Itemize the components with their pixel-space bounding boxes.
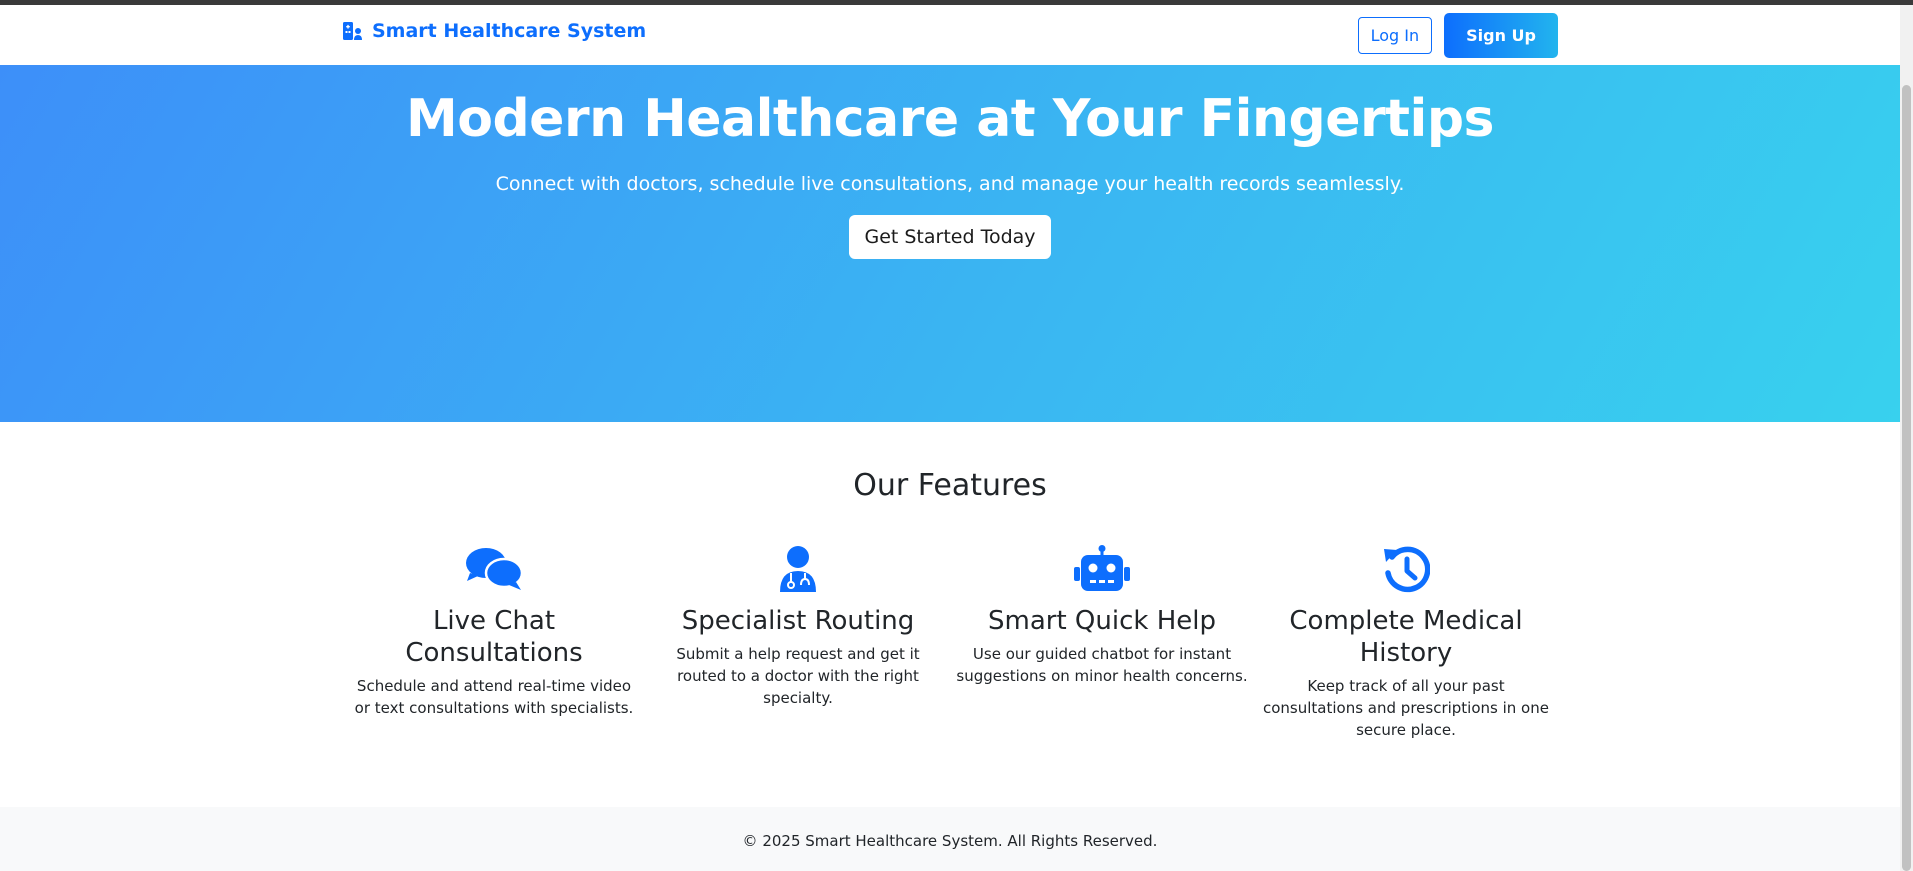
hero-section: Modern Healthcare at Your Fingertips Con… bbox=[0, 65, 1900, 422]
brand-link[interactable]: Smart Healthcare System bbox=[342, 20, 646, 42]
footer: © 2025 Smart Healthcare System. All Righ… bbox=[0, 807, 1900, 871]
features-row: Live Chat Consultations Schedule and att… bbox=[342, 543, 1558, 741]
hero-title: Modern Healthcare at Your Fingertips bbox=[405, 89, 1495, 149]
history-icon bbox=[1382, 543, 1430, 593]
features-heading: Our Features bbox=[853, 468, 1047, 503]
doctor-icon bbox=[777, 543, 819, 593]
brand-name: Smart Healthcare System bbox=[372, 20, 647, 42]
page-viewport: Smart Healthcare System Log In Sign Up M… bbox=[0, 5, 1900, 871]
nav-actions: Log In Sign Up bbox=[1357, 13, 1558, 58]
feature-description: Use our guided chatbot for instant sugge… bbox=[956, 645, 1248, 685]
footer-copyright: © 2025 Smart Healthcare System. All Righ… bbox=[742, 832, 1158, 850]
scrollbar-thumb[interactable] bbox=[1902, 85, 1911, 871]
feature-card-live-chat: Live Chat Consultations Schedule and att… bbox=[342, 543, 646, 741]
feature-title: Smart Quick Help bbox=[988, 606, 1216, 636]
feature-card-smart-quick-help: Smart Quick Help Use our guided chatbot … bbox=[950, 543, 1254, 741]
signup-button[interactable]: Sign Up bbox=[1444, 13, 1558, 58]
hero-subtitle: Connect with doctors, schedule live cons… bbox=[495, 173, 1405, 195]
feature-title: Live Chat Consultations bbox=[405, 606, 583, 668]
feature-description: Schedule and attend real-time video or t… bbox=[354, 677, 634, 717]
feature-description: Keep track of all your past consultation… bbox=[1263, 677, 1549, 739]
robot-icon bbox=[1073, 543, 1131, 593]
features-section: Our Features Live Chat Consultations Sch… bbox=[0, 422, 1900, 807]
comments-icon bbox=[464, 543, 524, 593]
navbar: Smart Healthcare System Log In Sign Up bbox=[0, 5, 1900, 65]
hospital-user-icon bbox=[343, 22, 362, 40]
get-started-button[interactable]: Get Started Today bbox=[849, 215, 1051, 259]
feature-card-medical-history: Complete Medical History Keep track of a… bbox=[1254, 543, 1558, 741]
login-button[interactable]: Log In bbox=[1357, 17, 1433, 54]
feature-card-specialist-routing: Specialist Routing Submit a help request… bbox=[646, 543, 950, 741]
feature-title: Specialist Routing bbox=[681, 606, 915, 636]
scrollbar-track[interactable] bbox=[1900, 5, 1913, 871]
feature-description: Submit a help request and get it routed … bbox=[676, 645, 920, 707]
feature-title: Complete Medical History bbox=[1289, 606, 1523, 668]
